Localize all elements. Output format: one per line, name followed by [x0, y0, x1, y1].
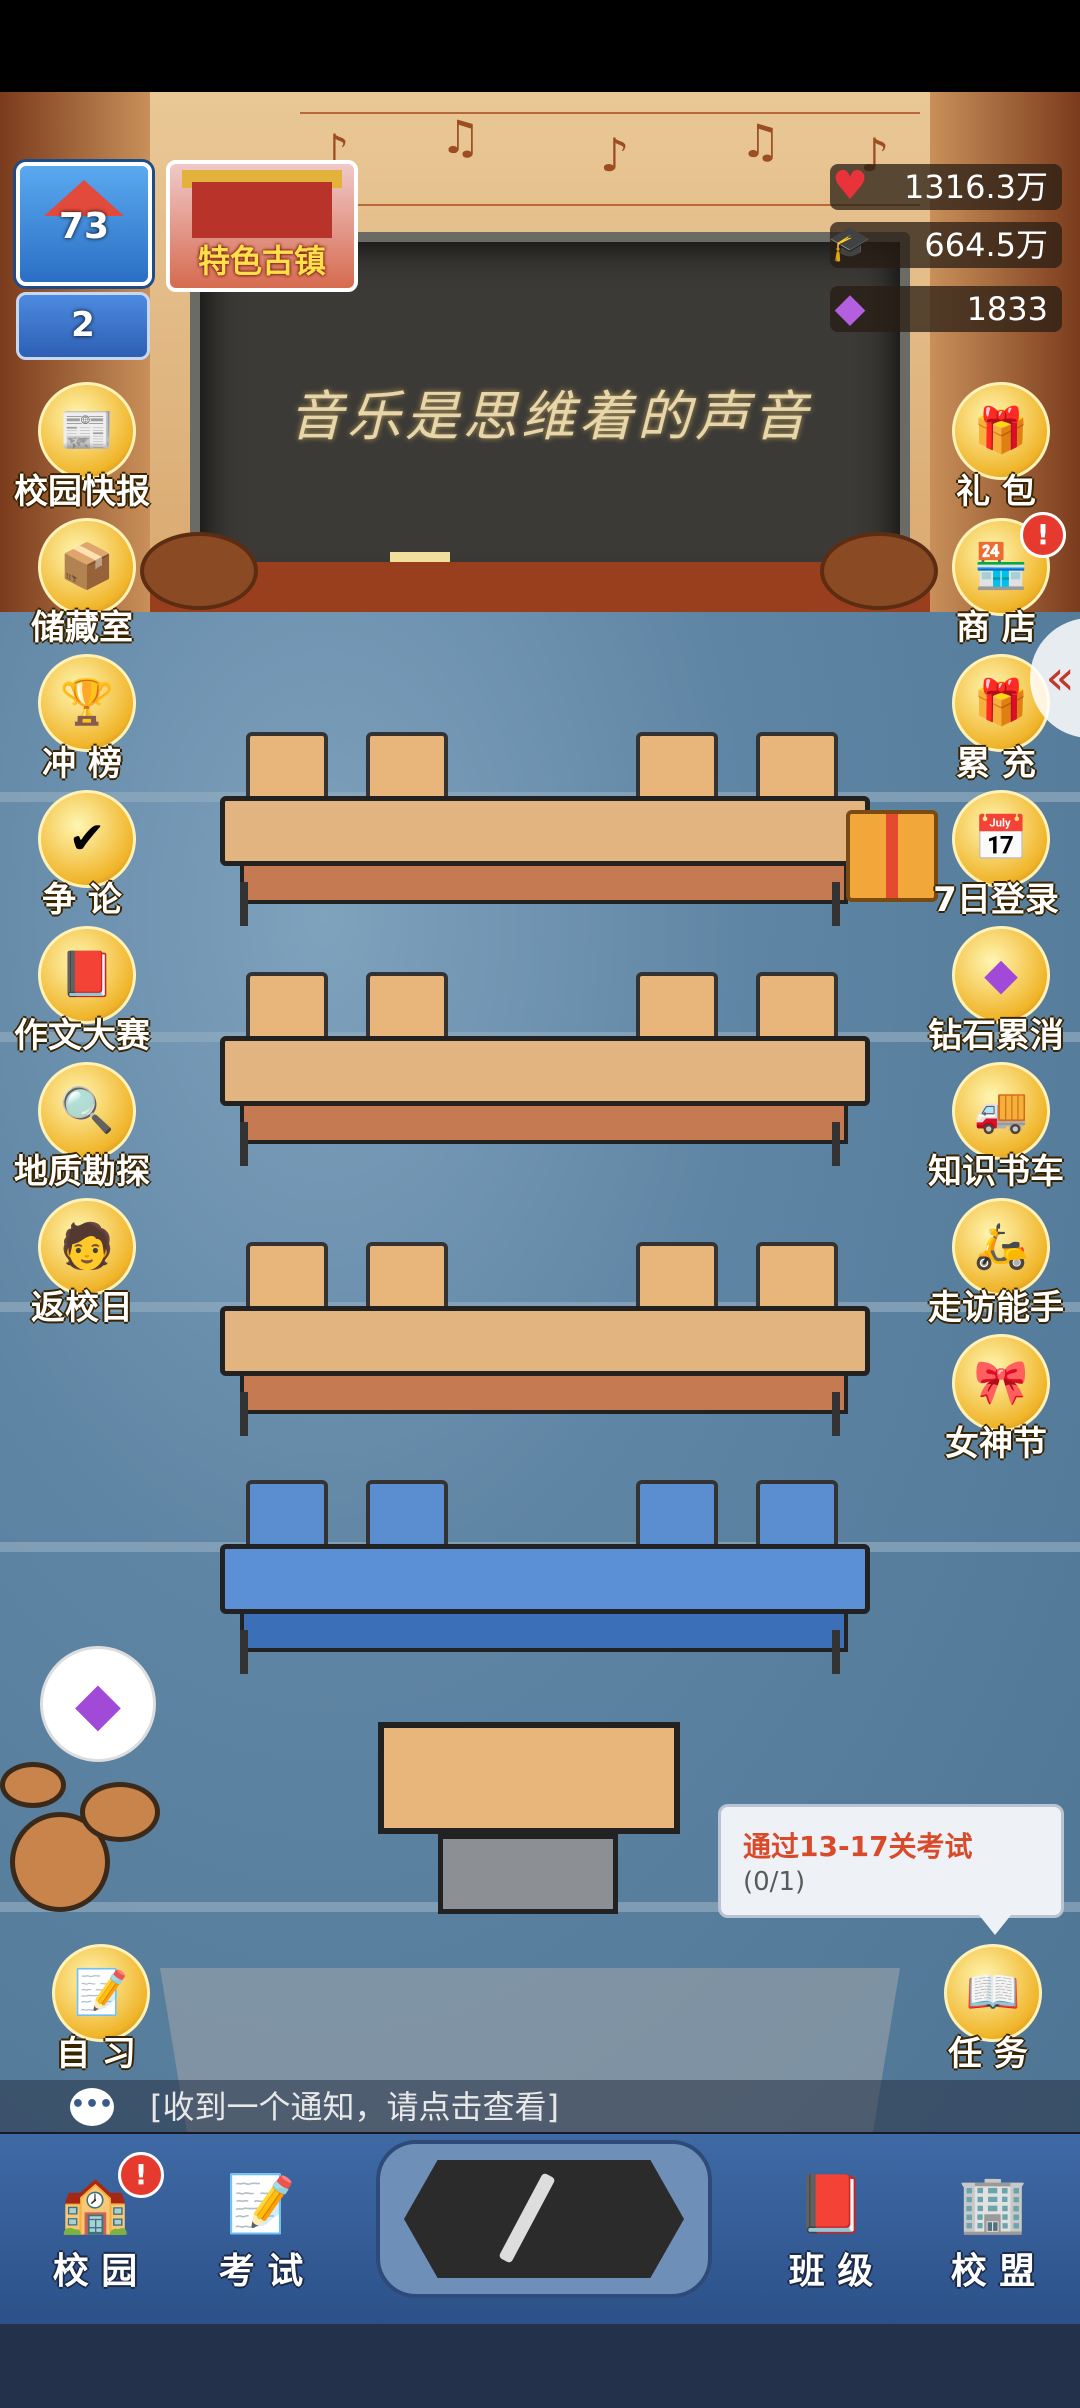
featured-town-label: 特色古镇: [197, 242, 326, 280]
notification-text: [收到一个通知，请点击查看]: [150, 2088, 559, 2126]
diamond-collect-bubble[interactable]: ◆: [40, 1646, 156, 1762]
desk-bench: [240, 1102, 848, 1144]
alert-badge: !: [1020, 512, 1066, 558]
bottom-strip: [0, 2324, 1080, 2408]
diamond-icon: ◆: [74, 1669, 122, 1739]
menu-goddess-festival[interactable]: 🎀 女神节: [926, 1334, 1066, 1466]
menu-visit-expert[interactable]: 🛵 走访能手: [926, 1198, 1066, 1330]
menu-7day-login[interactable]: 📅 7日登录: [926, 790, 1066, 922]
menu-debate[interactable]: ✔ 争 论: [12, 790, 152, 922]
rank-badge[interactable]: 2: [16, 292, 150, 360]
desk-bench: [240, 1610, 848, 1652]
drum-icon: [80, 1782, 160, 1842]
featured-town-badge[interactable]: 特色古镇: [166, 160, 358, 292]
menu-gift-pack[interactable]: 🎁 礼 包: [926, 382, 1066, 514]
music-note-icon: ♪: [600, 128, 630, 182]
menu-back-to-school-day[interactable]: 🧑 返校日: [12, 1198, 152, 1330]
self-study-button[interactable]: 📝 自 习: [26, 1944, 166, 2076]
school-level-badge[interactable]: 73: [16, 162, 152, 286]
resource-value: 664.5万: [924, 226, 1048, 264]
alert-badge: !: [118, 2152, 164, 2198]
task-button[interactable]: 📖 任 务: [918, 1944, 1058, 2076]
nav-school-alliance[interactable]: 🏢 校 盟: [918, 2150, 1068, 2310]
wall-baseboard: [150, 562, 930, 612]
nav-campus[interactable]: 🏫 ! 校 园: [20, 2150, 170, 2310]
task-tip-title: 通过13-17关考试: [743, 1830, 973, 1863]
diamond-icon: ◆: [834, 285, 866, 331]
exam-paper-icon: 📝: [226, 2172, 296, 2237]
task-tooltip[interactable]: 通过13-17关考试 (0/1): [718, 1804, 1064, 1935]
desk: [220, 1544, 870, 1614]
menu-geology-survey[interactable]: 🔍 地质勘探: [12, 1062, 152, 1194]
menu-storage-room[interactable]: 📦 储藏室: [12, 518, 152, 650]
drum-icon: [0, 1762, 66, 1808]
alliance-building-icon: 🏢: [958, 2172, 1028, 2237]
task-tip-progress: (0/1): [743, 1867, 806, 1897]
teacher-podium[interactable]: [378, 1722, 680, 1942]
resource-value: 1833: [966, 290, 1048, 328]
nav-class[interactable]: 📕 班 级: [756, 2150, 906, 2310]
resource-knowledge[interactable]: 🎓 664.5万: [829, 222, 1062, 268]
menu-leaderboard[interactable]: 🏆 冲 榜: [12, 654, 152, 786]
nav-exam[interactable]: 📝 考 试: [186, 2150, 336, 2310]
desk: [220, 1306, 870, 1376]
menu-shop[interactable]: 🏪 ! 商 店: [926, 512, 1066, 650]
heart-icon: ♥: [832, 163, 868, 209]
palace-gate-icon: [192, 182, 332, 238]
menu-essay-contest[interactable]: 📕 作文大赛: [12, 926, 152, 1058]
music-note-icon: ♫: [440, 110, 482, 164]
class-book-icon: 📕: [796, 2172, 866, 2237]
desk-bench: [240, 862, 848, 904]
blackboard-text: 音乐是思维着的声音: [289, 385, 811, 448]
school-level-value: 73: [58, 206, 110, 247]
guitar-pedestal: [820, 532, 938, 610]
menu-diamond-spending[interactable]: ◆ 钻石累消: [926, 926, 1066, 1058]
status-bar-area: [0, 0, 1080, 92]
desk-bench: [240, 1372, 848, 1414]
double-chevron-left-icon: «: [1045, 650, 1075, 706]
resource-diamonds[interactable]: ◆ 1833: [830, 285, 1062, 332]
notification-bar[interactable]: ••• [收到一个通知，请点击查看]: [0, 2080, 1080, 2134]
resource-value: 1316.3万: [904, 168, 1048, 206]
menu-knowledge-book-truck[interactable]: 🚚 知识书车: [926, 1062, 1066, 1194]
resource-hearts[interactable]: ♥ 1316.3万: [830, 163, 1062, 210]
music-note-icon: ♫: [740, 114, 782, 168]
menu-campus-news[interactable]: 📰 校园快报: [12, 382, 152, 514]
desk: [220, 796, 870, 866]
rank-value: 2: [71, 305, 95, 345]
desk: [220, 1036, 870, 1106]
center-write-button[interactable]: [376, 2140, 712, 2298]
graduation-cap-icon: 🎓: [828, 224, 872, 264]
gramophone-pedestal: [140, 532, 258, 610]
chat-bubble-icon: •••: [70, 2088, 114, 2126]
